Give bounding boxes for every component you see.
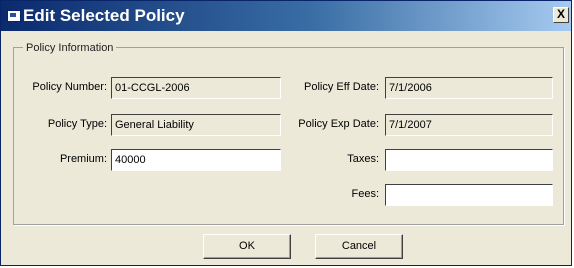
group-label: Policy Information — [23, 42, 117, 54]
ok-button[interactable]: OK — [203, 234, 291, 259]
policy-exp-date-label: Policy Exp Date: — [298, 118, 379, 130]
policy-eff-date-field: 7/1/2006 — [385, 77, 553, 99]
app-window-icon — [7, 10, 21, 22]
title-bar[interactable]: Edit Selected Policy X — [1, 1, 571, 31]
policy-exp-date-field: 7/1/2007 — [385, 114, 553, 136]
policy-type-field: General Liability — [111, 114, 281, 136]
fees-label: Fees: — [351, 188, 379, 200]
close-icon: X — [556, 7, 565, 21]
premium-label: Premium: — [59, 153, 107, 165]
taxes-label: Taxes: — [347, 153, 379, 165]
dialog-window: Edit Selected Policy X Policy Informatio… — [0, 0, 572, 266]
policy-number-label: Policy Number: — [32, 81, 107, 93]
policy-eff-date-label: Policy Eff Date: — [304, 81, 379, 93]
dialog-title: Edit Selected Policy — [23, 6, 185, 25]
policy-number-field: 01-CCGL-2006 — [111, 77, 281, 99]
policy-type-label: Policy Type: — [47, 118, 107, 130]
cancel-button[interactable]: Cancel — [315, 234, 403, 259]
premium-input[interactable]: 40000 — [111, 149, 281, 171]
taxes-input[interactable] — [385, 149, 553, 171]
close-button[interactable]: X — [553, 7, 569, 23]
fees-input[interactable] — [385, 184, 553, 206]
